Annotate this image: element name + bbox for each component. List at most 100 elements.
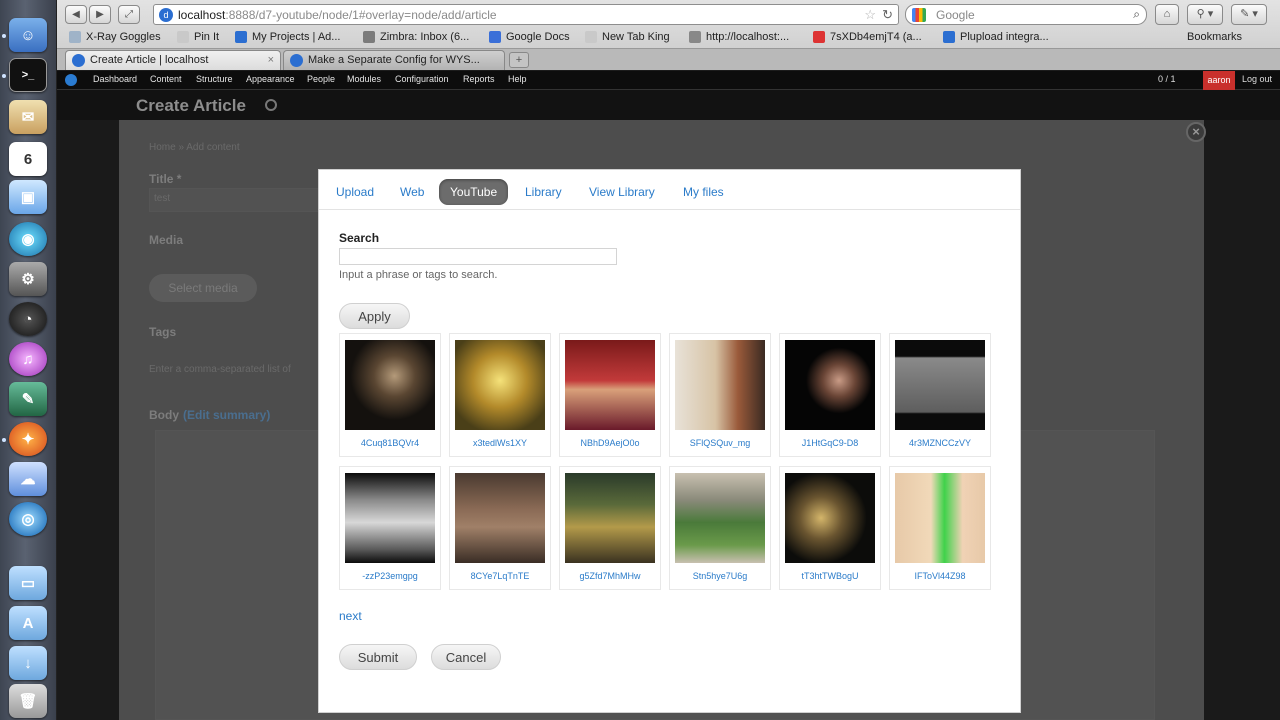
overlay-close-button[interactable]: × bbox=[1186, 122, 1206, 142]
video-thumbnail[interactable]: 8CYe7LqTnTE bbox=[449, 466, 551, 590]
tab-create-article[interactable]: Create Article | localhost × bbox=[65, 50, 281, 70]
submit-button[interactable]: Submit bbox=[339, 644, 417, 670]
apply-button[interactable]: Apply bbox=[339, 303, 410, 329]
itunes-icon[interactable]: ♫ bbox=[9, 342, 47, 376]
bookmark-item[interactable]: Pin It bbox=[177, 31, 219, 43]
finder-icon[interactable]: ☺ bbox=[9, 18, 47, 52]
tab-label: Make a Separate Config for WYS... bbox=[308, 54, 480, 66]
box-app-icon[interactable]: ▣ bbox=[9, 180, 47, 214]
video-image bbox=[785, 340, 875, 430]
tab-web[interactable]: Web bbox=[389, 179, 435, 205]
logout-link[interactable]: Log out bbox=[1242, 74, 1272, 84]
tools-menu-button[interactable]: ✎ ▾ bbox=[1231, 4, 1267, 25]
video-thumbnail[interactable]: 4r3MZNCCzVY bbox=[889, 333, 991, 457]
toolbar-people[interactable]: People bbox=[307, 74, 335, 84]
back-button[interactable]: ◀ bbox=[65, 5, 87, 24]
video-thumbnail[interactable]: g5Zfd7MhMHw bbox=[559, 466, 661, 590]
bookmark-label: Zimbra: Inbox (6... bbox=[380, 31, 470, 43]
bookmark-item[interactable]: 7sXDb4emjT4 (a... bbox=[813, 31, 922, 43]
bookmark-item[interactable]: New Tab King bbox=[585, 31, 670, 43]
video-image bbox=[895, 473, 985, 563]
video-thumbnail[interactable]: IFToVl44Z98 bbox=[889, 466, 991, 590]
bookmark-item[interactable]: Google Docs bbox=[489, 31, 570, 43]
home-button[interactable]: ⌂ bbox=[1155, 4, 1179, 25]
chat-app-icon[interactable]: ☁ bbox=[9, 462, 47, 496]
search-placeholder: Google bbox=[936, 8, 975, 22]
applications-folder-icon[interactable]: A bbox=[9, 606, 47, 640]
bookmark-favicon-icon bbox=[943, 31, 955, 43]
tab-youtube[interactable]: YouTube bbox=[439, 179, 509, 205]
folder-icon[interactable]: ▭ bbox=[9, 566, 47, 600]
bookmark-star-icon[interactable]: ☆ bbox=[864, 7, 876, 23]
reload-icon[interactable]: ↻ bbox=[882, 7, 893, 23]
terminal-icon[interactable]: >_ bbox=[9, 58, 47, 92]
tab-view-library[interactable]: View Library bbox=[578, 179, 666, 205]
edit-summary-link[interactable]: (Edit summary) bbox=[183, 408, 270, 422]
toolbar-help[interactable]: Help bbox=[508, 74, 527, 84]
calendar-icon[interactable]: 6 bbox=[9, 142, 47, 176]
bookmarks-menu-label[interactable]: Bookmarks bbox=[1187, 31, 1242, 43]
bookmark-item[interactable]: My Projects | Ad... bbox=[235, 31, 340, 43]
bookmark-item[interactable]: X-Ray Goggles bbox=[69, 31, 161, 43]
url-bar[interactable]: d localhost:8888/d7-youtube/node/1#overl… bbox=[153, 4, 899, 25]
system-preferences-icon[interactable]: ⚙ bbox=[9, 262, 47, 296]
tab-make-config[interactable]: Make a Separate Config for WYS... bbox=[283, 50, 505, 70]
title-field[interactable]: test bbox=[149, 188, 329, 212]
bookmark-item[interactable]: http://localhost:... bbox=[689, 31, 789, 43]
forward-button[interactable]: ▶ bbox=[89, 5, 111, 24]
video-thumbnail[interactable]: 4Cuq81BQVr4 bbox=[339, 333, 441, 457]
magnifier-icon[interactable]: ⌕ bbox=[1133, 7, 1140, 22]
bookmark-label: 7sXDb4emjT4 (a... bbox=[830, 31, 922, 43]
bookmark-label: New Tab King bbox=[602, 31, 670, 43]
tags-label: Tags bbox=[149, 325, 177, 339]
url-text[interactable]: localhost:8888/d7-youtube/node/1#overlay… bbox=[178, 8, 497, 22]
bookmarks-menu-button[interactable]: ⚲ ▾ bbox=[1187, 4, 1223, 25]
globe-app-icon[interactable]: ◉ bbox=[9, 222, 47, 256]
video-thumbnail[interactable]: Stn5hye7U6g bbox=[669, 466, 771, 590]
firefox-icon[interactable]: ✦ bbox=[9, 422, 47, 456]
video-id-label: -zzP23emgpg bbox=[362, 571, 418, 581]
toolbar-configuration[interactable]: Configuration bbox=[395, 74, 449, 84]
toolbar-reports[interactable]: Reports bbox=[463, 74, 495, 84]
history-button[interactable]: ⤢ bbox=[118, 5, 140, 24]
bookmark-item[interactable]: Plupload integra... bbox=[943, 31, 1049, 43]
tab-favicon-icon bbox=[290, 54, 303, 67]
browser-app-icon[interactable]: ◎ bbox=[9, 502, 47, 536]
shortcut-icon[interactable] bbox=[265, 99, 277, 111]
bookmark-favicon-icon bbox=[489, 31, 501, 43]
bookmark-item[interactable]: Zimbra: Inbox (6... bbox=[363, 31, 469, 43]
video-thumbnail[interactable]: SFlQSQuv_mg bbox=[669, 333, 771, 457]
downloads-folder-icon[interactable]: ↓ bbox=[9, 646, 47, 680]
drupal-home-icon[interactable] bbox=[65, 74, 77, 86]
video-thumbnail[interactable]: x3tedlWs1XY bbox=[449, 333, 551, 457]
tab-my-files[interactable]: My files bbox=[672, 179, 735, 205]
video-thumbnail[interactable]: J1HtGqC9-D8 bbox=[779, 333, 881, 457]
toolbar-structure[interactable]: Structure bbox=[196, 74, 233, 84]
utility-app-icon[interactable]: ✎ bbox=[9, 382, 47, 416]
search-input[interactable] bbox=[339, 248, 617, 265]
mail-icon[interactable]: ✉ bbox=[9, 100, 47, 134]
video-thumbnail[interactable]: -zzP23emgpg bbox=[339, 466, 441, 590]
cancel-button[interactable]: Cancel bbox=[431, 644, 501, 670]
toolbar-modules[interactable]: Modules bbox=[347, 74, 381, 84]
toolbar-content[interactable]: Content bbox=[150, 74, 182, 84]
video-image bbox=[785, 473, 875, 563]
search-bar[interactable]: Google ⌕ bbox=[905, 4, 1147, 25]
running-indicator bbox=[2, 438, 6, 442]
trash-icon[interactable]: 🗑 bbox=[9, 684, 47, 718]
toolbar-appearance[interactable]: Appearance bbox=[246, 74, 295, 84]
video-thumbnail[interactable]: tT3htTWBogU bbox=[779, 466, 881, 590]
tab-upload[interactable]: Upload bbox=[325, 179, 385, 205]
tab-close-icon[interactable]: × bbox=[268, 51, 274, 70]
select-media-button[interactable]: Select media bbox=[149, 274, 257, 302]
breadcrumb[interactable]: Home » Add content bbox=[149, 142, 240, 153]
toolbar-dashboard[interactable]: Dashboard bbox=[93, 74, 137, 84]
dashboard-icon[interactable]: ◔ bbox=[9, 302, 47, 336]
tab-library[interactable]: Library bbox=[514, 179, 573, 205]
new-tab-button[interactable]: + bbox=[509, 52, 529, 68]
video-thumbnail[interactable]: NBhD9AejO0o bbox=[559, 333, 661, 457]
bookmark-favicon-icon bbox=[177, 31, 189, 43]
user-link[interactable]: aaron bbox=[1203, 71, 1235, 90]
next-page-link[interactable]: next bbox=[339, 609, 362, 623]
video-image bbox=[675, 340, 765, 430]
